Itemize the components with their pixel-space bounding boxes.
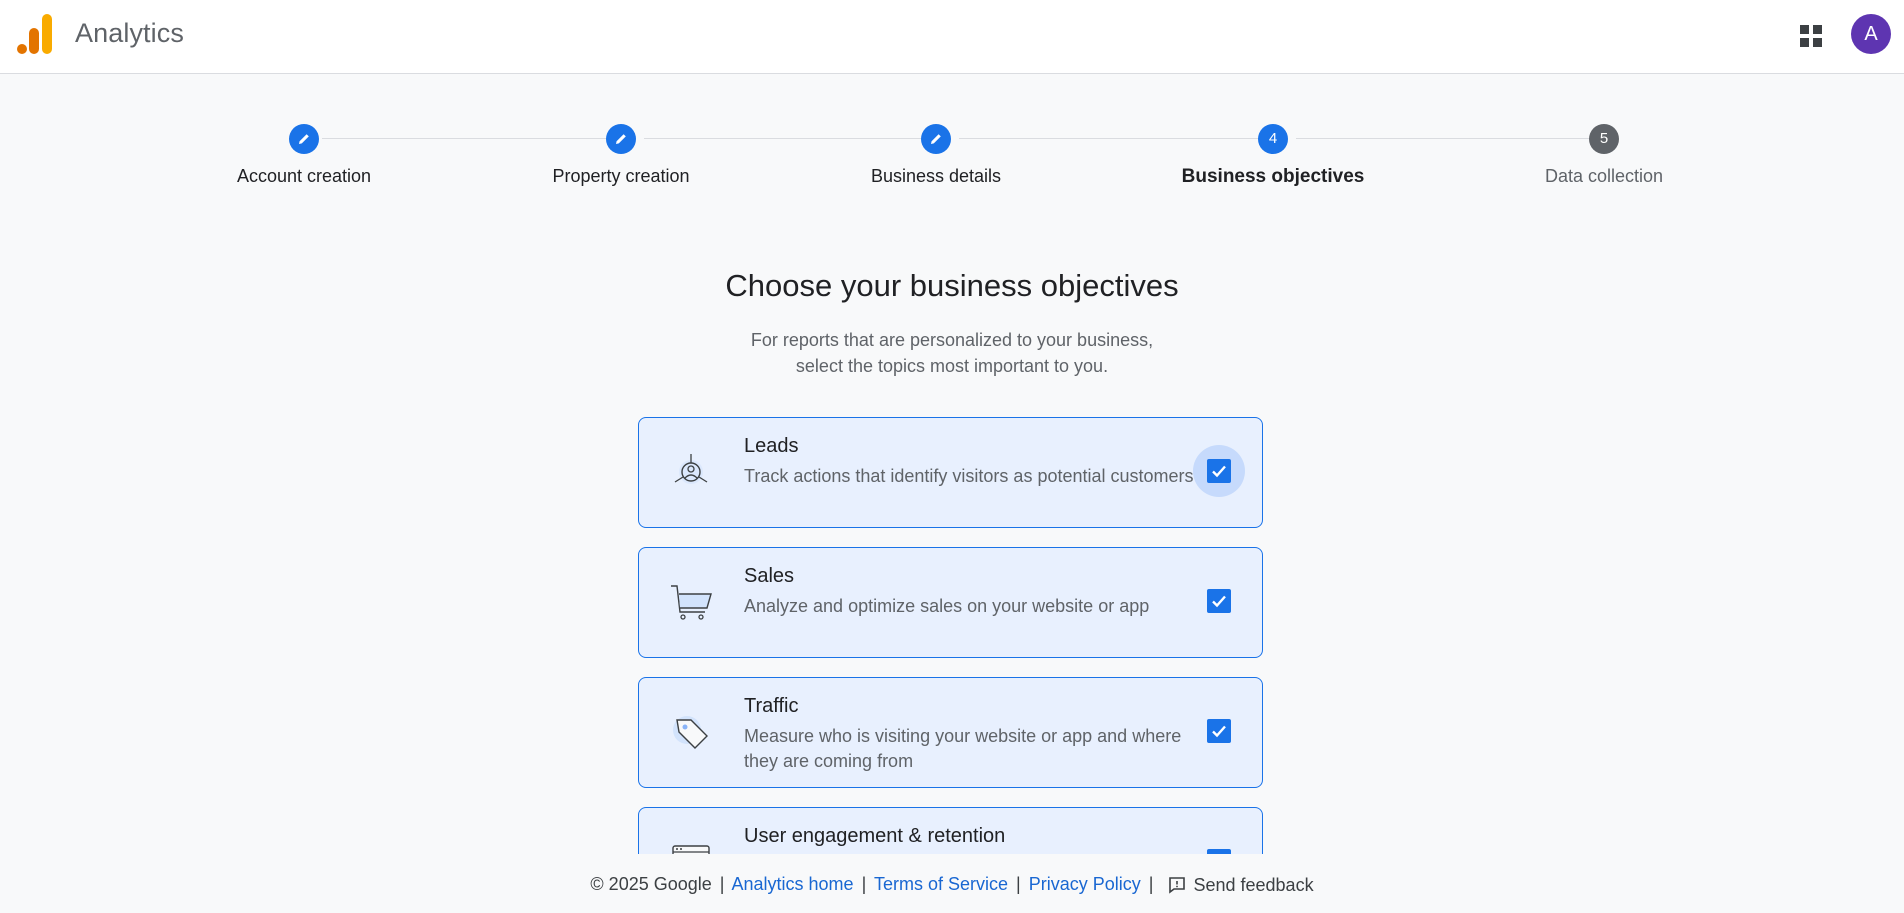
step-business-details[interactable]: Business details bbox=[816, 124, 1056, 187]
step-label: Data collection bbox=[1544, 166, 1664, 186]
pencil-icon bbox=[616, 134, 626, 144]
footer-separator: | bbox=[861, 874, 867, 894]
step-property-creation[interactable]: Property creation bbox=[501, 124, 741, 187]
page-footer: © 2025 Google | Analytics home | Terms o… bbox=[0, 856, 1904, 909]
objective-description: Track actions that identify visitors as … bbox=[744, 466, 1194, 486]
step-number-circle: 5 bbox=[1589, 124, 1619, 154]
objective-description: Analyze and optimize sales on your websi… bbox=[744, 596, 1150, 616]
check-icon bbox=[1212, 595, 1226, 608]
pencil-icon bbox=[931, 134, 941, 144]
footer-separator: | bbox=[1148, 874, 1154, 894]
terms-of-service-link[interactable]: Terms of Service bbox=[874, 874, 1008, 894]
analytics-logo[interactable] bbox=[16, 14, 56, 56]
objective-checkbox[interactable] bbox=[1193, 705, 1245, 757]
checkbox-checked bbox=[1207, 849, 1231, 854]
step-business-objectives: 4 Business objectives bbox=[1153, 124, 1393, 188]
step-label: Business details bbox=[870, 166, 1002, 186]
step-label: Business objectives bbox=[1181, 166, 1365, 187]
check-icon bbox=[1209, 851, 1229, 854]
step-number-circle: 4 bbox=[1258, 124, 1288, 154]
step-data-collection: 5 Data collection bbox=[1484, 124, 1724, 187]
objective-checkbox[interactable] bbox=[1193, 835, 1245, 854]
pencil-icon bbox=[299, 134, 309, 144]
objective-title: Traffic bbox=[744, 695, 799, 717]
objective-card-traffic[interactable]: Traffic Measure who is visiting your web… bbox=[638, 677, 1263, 788]
step-label: Account creation bbox=[236, 166, 372, 186]
objective-checkbox[interactable] bbox=[1193, 575, 1245, 627]
browser-window-icon bbox=[672, 845, 710, 854]
send-feedback-button[interactable]: Send feedback bbox=[1167, 857, 1314, 913]
step-completed-circle bbox=[289, 124, 319, 154]
price-tag-icon bbox=[673, 716, 708, 749]
objective-title: Leads bbox=[744, 435, 799, 457]
objective-card-user-engagement[interactable]: User engagement & retention bbox=[638, 807, 1263, 854]
page-subtitle: For reports that are personalized to you… bbox=[0, 327, 1904, 379]
step-completed-circle bbox=[606, 124, 636, 154]
account-avatar[interactable]: A bbox=[1851, 14, 1891, 54]
objective-title: Sales bbox=[744, 565, 795, 587]
objectives-list[interactable]: Leads Track actions that identify visito… bbox=[637, 416, 1265, 854]
checkbox-checked bbox=[1207, 719, 1231, 743]
checkbox-checked bbox=[1207, 589, 1231, 613]
apps-grid-icon[interactable] bbox=[1796, 21, 1826, 51]
step-account-creation[interactable]: Account creation bbox=[184, 124, 424, 187]
page-title: Choose your business objectives bbox=[725, 268, 1179, 303]
objective-card-leads[interactable]: Leads Track actions that identify visito… bbox=[638, 417, 1263, 528]
app-title: Analytics bbox=[75, 18, 184, 48]
footer-separator: | bbox=[719, 874, 725, 894]
privacy-policy-link[interactable]: Privacy Policy bbox=[1029, 874, 1141, 894]
objective-title: User engagement & retention bbox=[744, 825, 1006, 847]
step-label: Property creation bbox=[552, 166, 690, 186]
step-completed-circle bbox=[921, 124, 951, 154]
objective-checkbox[interactable] bbox=[1193, 445, 1245, 497]
objective-card-sales[interactable]: Sales Analyze and optimize sales on your… bbox=[638, 547, 1263, 658]
subtitle-line: For reports that are personalized to you… bbox=[750, 330, 1154, 350]
shopping-cart-icon bbox=[671, 585, 712, 620]
objective-description: Measure who is visiting your website or … bbox=[744, 726, 1182, 771]
feedback-icon bbox=[1169, 877, 1186, 894]
leads-target-icon bbox=[674, 454, 708, 484]
top-app-bar: Analytics A bbox=[0, 0, 1904, 74]
send-feedback-label: Send feedback bbox=[1193, 875, 1314, 896]
analytics-home-link[interactable]: Analytics home bbox=[732, 874, 854, 894]
footer-separator: | bbox=[1016, 874, 1021, 894]
subtitle-line: select the topics most important to you. bbox=[795, 356, 1109, 376]
copyright-text: © 2025 Google bbox=[590, 874, 712, 894]
check-icon bbox=[1212, 465, 1226, 478]
check-icon bbox=[1212, 725, 1226, 738]
checkbox-checked bbox=[1207, 459, 1231, 483]
